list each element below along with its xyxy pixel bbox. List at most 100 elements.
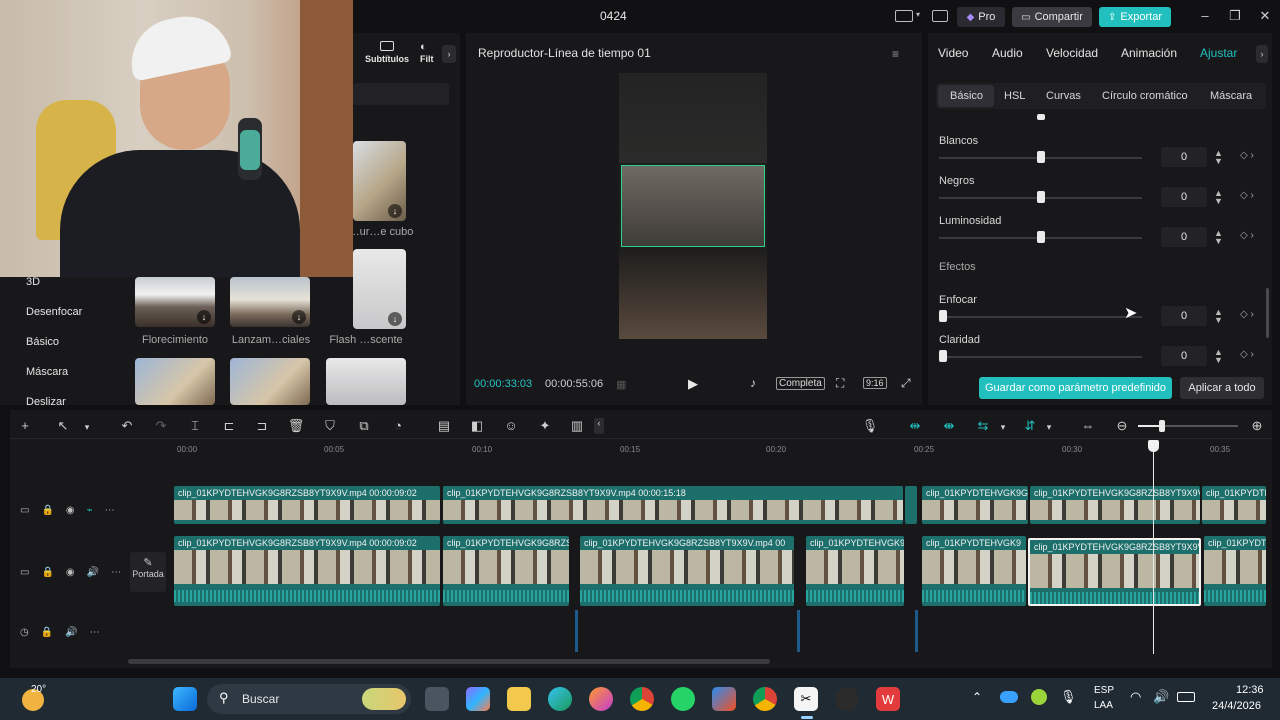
- playhead[interactable]: [1153, 442, 1154, 654]
- blacks-value[interactable]: 0: [1161, 187, 1207, 207]
- video-clip[interactable]: clip_01KPYDTEHVGK9G8RZSB8YT9X9V.mp4 00:0…: [443, 486, 903, 524]
- keyframe-icon[interactable]: ◇ ›: [1240, 230, 1254, 241]
- eye-icon[interactable]: ◉: [66, 505, 75, 516]
- luminosity-stepper[interactable]: ▲ ▼: [1214, 229, 1223, 246]
- whatsapp-icon[interactable]: [671, 687, 695, 711]
- split-icon[interactable]: ⌶: [186, 418, 204, 434]
- playhead-handle[interactable]: [1148, 440, 1159, 452]
- track-toggle-icon[interactable]: ▭: [20, 505, 29, 516]
- whites-value[interactable]: 0: [1161, 147, 1207, 167]
- quality-button[interactable]: Completa: [776, 377, 825, 390]
- video-clip[interactable]: clip_01KPYDTEHVGK9G8RZSB8YT9X9V.mp4 00:0…: [174, 486, 440, 524]
- redo-icon[interactable]: ↷: [152, 418, 170, 434]
- blacks-slider-knob[interactable]: [1037, 191, 1045, 203]
- effect-thumbnail[interactable]: [230, 358, 310, 405]
- collapse-icon[interactable]: ‹: [594, 418, 604, 434]
- chevron-up-icon[interactable]: ⌃: [972, 690, 982, 704]
- clarity-stepper[interactable]: ▲ ▼: [1214, 348, 1223, 365]
- category-blur[interactable]: Desenfocar: [26, 306, 82, 318]
- video-clip[interactable]: clip_01KPYDTEHVGK9G8RZSB8YT9X9V: [1030, 486, 1200, 524]
- keyframe-icon[interactable]: ◇ ›: [1240, 190, 1254, 201]
- task-view-icon[interactable]: [425, 687, 449, 711]
- save-preset-button[interactable]: Guardar como parámetro predefinido: [979, 377, 1172, 399]
- tab-filters[interactable]: ◐ Filt: [420, 41, 438, 64]
- whites-stepper[interactable]: ▲ ▼: [1214, 149, 1223, 166]
- edge-icon[interactable]: [548, 687, 572, 711]
- clarity-slider[interactable]: [939, 356, 1142, 358]
- sharpen-value[interactable]: 0: [1161, 306, 1207, 326]
- split-right-icon[interactable]: ⊐: [253, 418, 271, 434]
- lock-icon[interactable]: 🔒: [41, 627, 53, 638]
- export-button[interactable]: ⇪ Exportar: [1099, 7, 1171, 27]
- blacks-stepper[interactable]: ▲ ▼: [1214, 189, 1223, 206]
- tab-speed[interactable]: Velocidad: [1046, 46, 1098, 60]
- clock-time[interactable]: 12:36: [1236, 684, 1264, 696]
- shield-icon[interactable]: ⛉: [321, 418, 339, 434]
- copilot-icon[interactable]: [466, 687, 490, 711]
- onedrive-icon[interactable]: [1000, 691, 1018, 703]
- wifi-icon[interactable]: ◠: [1130, 689, 1141, 705]
- tray-app-icon[interactable]: [1031, 689, 1047, 705]
- whites-slider-knob[interactable]: [1037, 151, 1045, 163]
- store-icon[interactable]: [712, 687, 736, 711]
- search-bar[interactable]: ⚲ Buscar: [207, 684, 411, 714]
- sharpen-slider-knob[interactable]: [939, 310, 947, 322]
- obs-icon[interactable]: [835, 687, 859, 711]
- chevron-down-icon[interactable]: ▾: [78, 422, 96, 433]
- search-input[interactable]: [353, 83, 449, 105]
- timeline-grid-icon[interactable]: ▦: [616, 378, 626, 391]
- effect-thumbnail[interactable]: ↓: [230, 277, 310, 327]
- horizontal-scrollbar[interactable]: [128, 659, 770, 664]
- shortcuts-icon[interactable]: [932, 10, 948, 22]
- video-clip[interactable]: clip_01KPYDTEHVGK9G8RZSB8YT9X9V.mp4 00:0…: [174, 536, 440, 606]
- crop-icon[interactable]: ⧉: [355, 418, 373, 434]
- select-tool-icon[interactable]: ↖: [54, 418, 72, 434]
- effect-thumbnail[interactable]: [135, 358, 215, 405]
- tab-adjust[interactable]: Ajustar: [1200, 46, 1237, 60]
- volume-icon[interactable]: 🔊: [1153, 689, 1169, 705]
- tab-audio[interactable]: Audio: [992, 46, 1023, 60]
- snap-icon[interactable]: ⇆: [974, 418, 992, 434]
- windows-start-icon[interactable]: [173, 687, 197, 711]
- video-clip[interactable]: clip_01KPYDTEHVGK9: [922, 536, 1026, 606]
- layout-icon[interactable]: [895, 10, 913, 22]
- audio-track-icon[interactable]: ◷: [20, 627, 29, 638]
- layout-label[interactable]: LAA: [1094, 700, 1113, 711]
- mirror-icon[interactable]: ◧: [468, 418, 486, 434]
- play-icon[interactable]: ▶: [688, 376, 698, 392]
- video-clip[interactable]: clip_01KPYDTE: [1202, 486, 1266, 524]
- person-icon[interactable]: ☺: [502, 418, 520, 433]
- zoom-slider-knob[interactable]: [1159, 420, 1165, 432]
- battery-icon[interactable]: [1177, 692, 1195, 702]
- minimize-icon[interactable]: –: [1196, 8, 1214, 23]
- language-label[interactable]: ESP: [1094, 685, 1114, 696]
- slider-knob[interactable]: [1037, 114, 1045, 120]
- speed-icon[interactable]: ◔: [389, 418, 407, 433]
- video-clip[interactable]: clip_01KPYDTEHVGK9G8RZSB8YT9X9V.mp4 00: [580, 536, 794, 606]
- close-icon[interactable]: ✕: [1256, 8, 1274, 24]
- lock-icon[interactable]: 🔒: [41, 505, 53, 516]
- maximize-icon[interactable]: ❐: [1226, 8, 1244, 24]
- subtab-curves[interactable]: Curvas: [1046, 90, 1081, 102]
- tab-video[interactable]: Video: [938, 46, 968, 60]
- freeze-icon[interactable]: ▤: [435, 418, 453, 434]
- clarity-value[interactable]: 0: [1161, 346, 1207, 366]
- focus-icon[interactable]: ⛶: [836, 376, 844, 391]
- chrome-profile-icon[interactable]: [753, 687, 777, 711]
- audio-link-icon[interactable]: ⌁: [87, 505, 93, 516]
- video-clip[interactable]: clip_01KPYDTE: [1204, 536, 1266, 606]
- chrome-icon[interactable]: [630, 687, 654, 711]
- selected-video-clip[interactable]: clip_01KPYDTEHVGK9G8RZSB8YT9X9V: [1028, 538, 1201, 606]
- video-clip[interactable]: [905, 486, 917, 524]
- effect-thumbnail[interactable]: ↓: [353, 249, 406, 329]
- zoom-out-icon[interactable]: ⊖: [1113, 418, 1131, 434]
- apply-all-button[interactable]: Aplicar a todo: [1180, 377, 1264, 399]
- tab-animation[interactable]: Animación: [1121, 46, 1177, 60]
- split-left-icon[interactable]: ⊏: [220, 418, 238, 434]
- sharpen-slider[interactable]: [939, 316, 1142, 318]
- undo-icon[interactable]: ↶: [118, 418, 136, 434]
- player-menu-icon[interactable]: ≡: [892, 47, 899, 61]
- captions-icon[interactable]: ▥: [568, 418, 586, 434]
- more-icon[interactable]: ⋯: [111, 567, 121, 578]
- video-preview[interactable]: [619, 73, 767, 339]
